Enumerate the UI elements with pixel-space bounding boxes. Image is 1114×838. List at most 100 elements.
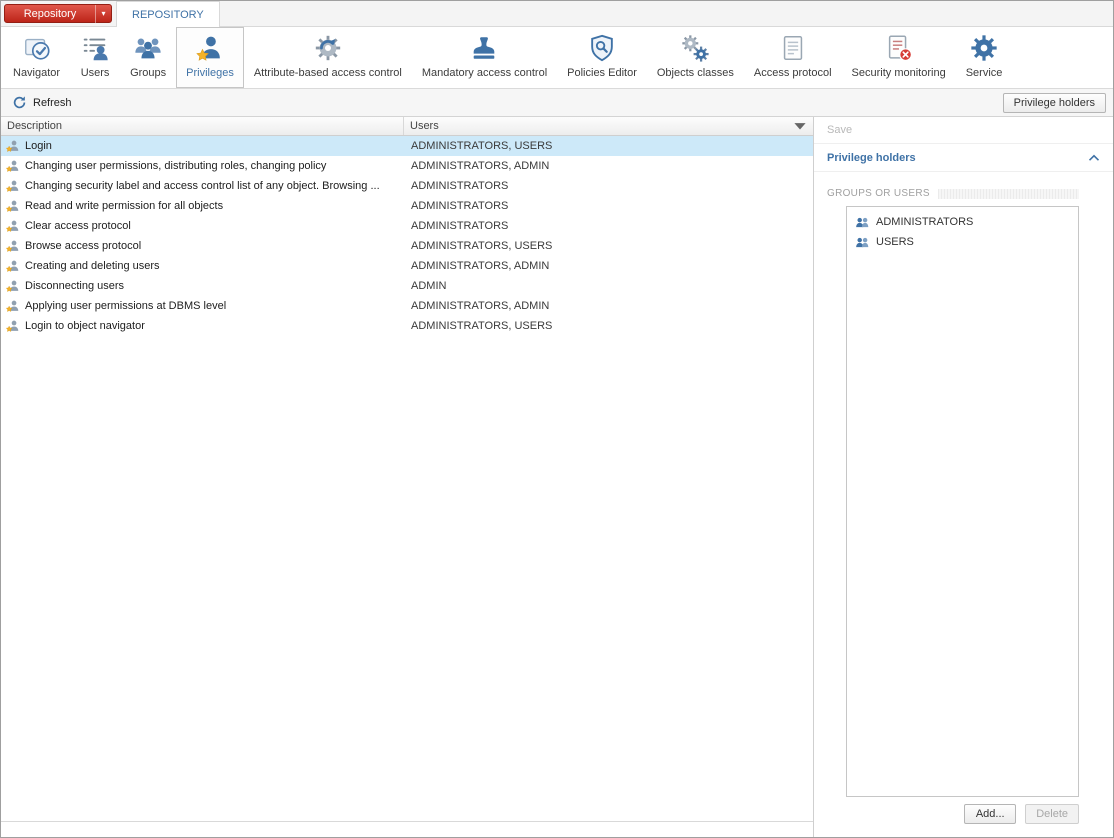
privilege-icon — [6, 199, 20, 213]
chevron-up-icon[interactable] — [1088, 154, 1100, 162]
privilege-description: Clear access protocol — [25, 220, 131, 232]
table-row[interactable]: Applying user permissions at DBMS level A… — [1, 296, 813, 316]
repository-menu-label: Repository — [5, 8, 95, 20]
privilege-icon — [6, 219, 20, 233]
groups-or-users-row: GROUPS OR USERS — [827, 188, 1079, 199]
toolbar-item-objects-classes[interactable]: Objects classes — [647, 27, 744, 88]
save-button-label: Save — [827, 124, 852, 136]
table-row[interactable]: Browse access protocolADMINISTRATORS, US… — [1, 236, 813, 256]
table-row[interactable]: Changing security label and access contr… — [1, 176, 813, 196]
table-row[interactable]: Creating and deleting usersADMINISTRATOR… — [1, 256, 813, 276]
toolbar-item-navigator[interactable]: Navigator — [3, 27, 70, 88]
toolbar-item-users[interactable]: Users — [70, 27, 120, 88]
tab-repository[interactable]: REPOSITORY — [116, 1, 220, 27]
column-header-users[interactable]: Users — [404, 117, 813, 135]
list-item-administrators[interactable]: ADMINISTRATORS — [850, 212, 1075, 232]
delete-button[interactable]: Delete — [1025, 804, 1079, 824]
privilege-users: ADMINISTRATORS, USERS — [404, 320, 813, 332]
table-bottom-edge — [1, 821, 813, 837]
privilege-users: ADMINISTRATORS, ADMIN — [404, 260, 813, 272]
privilege-users: ADMINISTRATORS — [404, 200, 813, 212]
refresh-label: Refresh — [33, 97, 72, 109]
toolbar-item-access-protocol[interactable]: Access protocol — [744, 27, 842, 88]
table-row[interactable]: Clear access protocol ADMINISTRATORS — [1, 216, 813, 236]
attribute-access-icon — [313, 33, 343, 63]
toolbar-item-security-monitoring[interactable]: Security monitoring — [842, 27, 956, 88]
app-window: Repository ▾ REPOSITORY Navigator Users Gr… — [0, 0, 1114, 838]
toolbar-item-label: Attribute-based access control — [254, 67, 402, 79]
privilege-icon — [6, 239, 20, 253]
toolbar-item-policies-editor[interactable]: Policies Editor — [557, 27, 647, 88]
cell-description: Login — [1, 139, 404, 153]
objects-classes-icon — [680, 33, 710, 63]
table-row[interactable]: Changing user permissions, distributing … — [1, 156, 813, 176]
privileges-icon — [195, 33, 225, 63]
privilege-description: Read and write permission for all object… — [25, 200, 223, 212]
toolbar-item-label: Navigator — [13, 67, 60, 79]
member-name: ADMINISTRATORS — [876, 216, 973, 228]
navigator-icon — [22, 33, 52, 63]
privilege-icon — [6, 159, 20, 173]
save-button[interactable]: Save — [814, 117, 1113, 144]
panel-buttons: Add... Delete — [814, 797, 1113, 837]
tab-strip: Repository ▾ REPOSITORY — [1, 1, 1113, 27]
groups-or-users-label: GROUPS OR USERS — [827, 188, 930, 199]
cell-description: Clear access protocol — [1, 219, 404, 233]
privilege-description: Changing user permissions, distributing … — [25, 160, 326, 172]
column-menu-caret-icon[interactable] — [793, 117, 807, 135]
toolbar-item-label: Security monitoring — [852, 67, 946, 79]
toolbar-item-label: Mandatory access control — [422, 67, 547, 79]
toolbar-item-mandatory-access-control[interactable]: Mandatory access control — [412, 27, 557, 88]
toolbar-item-label: Users — [81, 67, 110, 79]
privilege-holders-panel: Save Privilege holders GROUPS OR USERS A… — [814, 117, 1113, 837]
table-row[interactable]: Login to object navigatorADMINISTRATORS,… — [1, 316, 813, 336]
privilege-description: Login — [25, 140, 52, 152]
privilege-users: ADMIN — [404, 280, 813, 292]
column-header-description[interactable]: Description — [1, 117, 404, 135]
privilege-users: ADMINISTRATORS — [404, 220, 813, 232]
toolbar: Navigator Users Groups Privileges Attribute-… — [1, 27, 1113, 89]
privilege-icon — [6, 179, 20, 193]
table-row[interactable]: LoginADMINISTRATORS, USERS — [1, 136, 813, 156]
cell-description: Creating and deleting users — [1, 259, 404, 273]
tab-repository-label: REPOSITORY — [132, 9, 204, 21]
toolbar-item-label: Access protocol — [754, 67, 832, 79]
members-listbox[interactable]: ADMINISTRATORS USERS — [846, 206, 1079, 797]
groups-or-users-separator — [938, 189, 1079, 199]
toolbar-item-label: Objects classes — [657, 67, 734, 79]
toolbar-item-label: Policies Editor — [567, 67, 637, 79]
refresh-button[interactable]: Refresh — [6, 93, 78, 112]
privilege-users: ADMINISTRATORS, ADMIN — [404, 160, 813, 172]
access-protocol-icon — [778, 33, 808, 63]
privilege-holders-button[interactable]: Privilege holders — [1003, 93, 1106, 113]
table-row[interactable]: Read and write permission for all object… — [1, 196, 813, 216]
column-header-users-label: Users — [410, 120, 439, 132]
table-row[interactable]: Disconnecting usersADMIN — [1, 276, 813, 296]
privilege-icon — [6, 279, 20, 293]
privilege-holders-section-title: Privilege holders — [827, 152, 916, 164]
privileges-table: Description Users LoginADMINISTRATORS, U… — [1, 117, 814, 837]
cell-description: Changing security label and access contr… — [1, 179, 404, 193]
table-body: LoginADMINISTRATORS, USERSChanging user … — [1, 136, 813, 821]
users-icon — [80, 33, 110, 63]
toolbar-item-service[interactable]: Service — [956, 27, 1013, 88]
cell-description: Applying user permissions at DBMS level — [1, 299, 404, 313]
toolbar-item-label: Privileges — [186, 67, 234, 79]
groups-icon — [133, 33, 163, 63]
privilege-users: ADMINISTRATORS — [404, 180, 813, 192]
privilege-icon — [6, 319, 20, 333]
service-icon — [969, 33, 999, 63]
privilege-users: ADMINISTRATORS, ADMIN — [404, 300, 813, 312]
repository-menu-button[interactable]: Repository ▾ — [4, 4, 112, 23]
security-monitoring-icon — [884, 33, 914, 63]
toolbar-item-privileges[interactable]: Privileges — [176, 27, 244, 88]
list-item-users[interactable]: USERS — [850, 232, 1075, 252]
privilege-description: Applying user permissions at DBMS level — [25, 300, 226, 312]
action-bar: Refresh Privilege holders — [1, 89, 1113, 117]
privilege-holders-section-header[interactable]: Privilege holders — [814, 144, 1113, 172]
add-button[interactable]: Add... — [964, 804, 1016, 824]
toolbar-item-groups[interactable]: Groups — [120, 27, 176, 88]
mandatory-access-icon — [469, 33, 499, 63]
group-icon — [855, 236, 870, 249]
toolbar-item-attribute-based-access-control[interactable]: Attribute-based access control — [244, 27, 412, 88]
